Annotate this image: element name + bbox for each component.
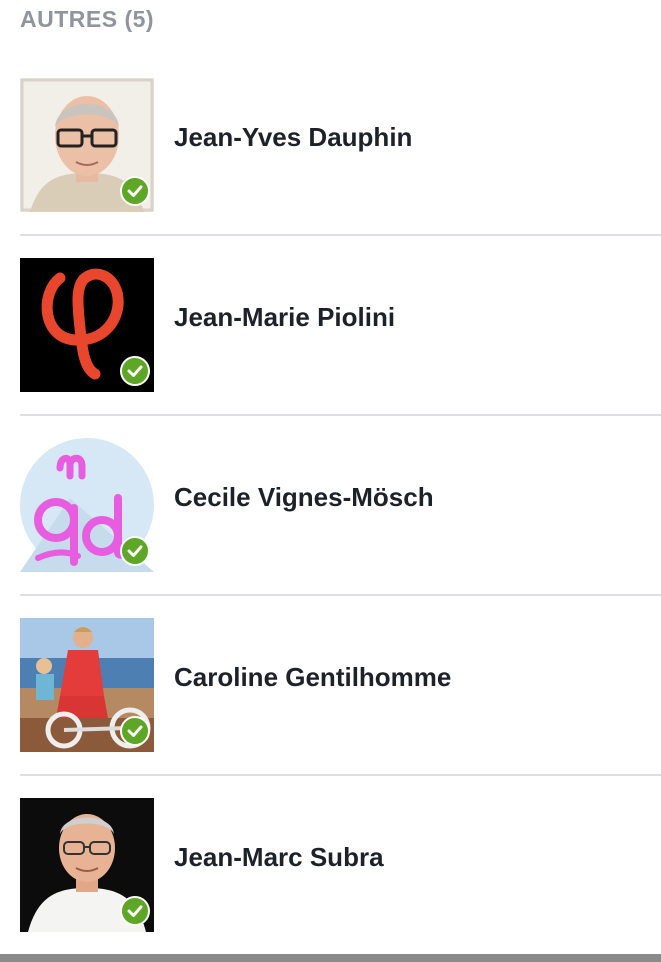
avatar[interactable] — [20, 618, 154, 752]
contact-name[interactable]: Jean-Marie Piolini — [174, 302, 395, 333]
contact-name[interactable]: Cecile Vignes-Mösch — [174, 482, 434, 513]
avatar[interactable] — [20, 438, 154, 572]
list-item[interactable]: Jean-Marie Piolini — [0, 250, 661, 430]
divider — [20, 594, 661, 596]
divider — [20, 774, 661, 776]
verified-check-icon — [120, 176, 150, 206]
contact-name[interactable]: Jean-Yves Dauphin — [174, 122, 412, 153]
list-item[interactable]: Jean-Yves Dauphin — [0, 70, 661, 250]
contact-name[interactable]: Jean-Marc Subra — [174, 842, 384, 873]
contact-list: Jean-Yves Dauphin Jean-Marie Piolini Cec… — [0, 70, 661, 962]
contact-name[interactable]: Caroline Gentilhomme — [174, 662, 451, 693]
bottom-bar — [0, 954, 661, 962]
divider — [20, 234, 661, 236]
verified-check-icon — [120, 896, 150, 926]
contacts-page: AUTRES (5) Jean-Yves Dauphin Jean-Marie … — [0, 0, 661, 962]
avatar[interactable] — [20, 78, 154, 212]
divider — [20, 414, 661, 416]
verified-check-icon — [120, 716, 150, 746]
avatar[interactable] — [20, 258, 154, 392]
section-header: AUTRES (5) — [20, 6, 155, 32]
list-item[interactable]: Caroline Gentilhomme — [0, 610, 661, 790]
avatar[interactable] — [20, 798, 154, 932]
verified-check-icon — [120, 536, 150, 566]
verified-check-icon — [120, 356, 150, 386]
list-item[interactable]: Cecile Vignes-Mösch — [0, 430, 661, 610]
list-item[interactable]: Jean-Marc Subra — [0, 790, 661, 962]
